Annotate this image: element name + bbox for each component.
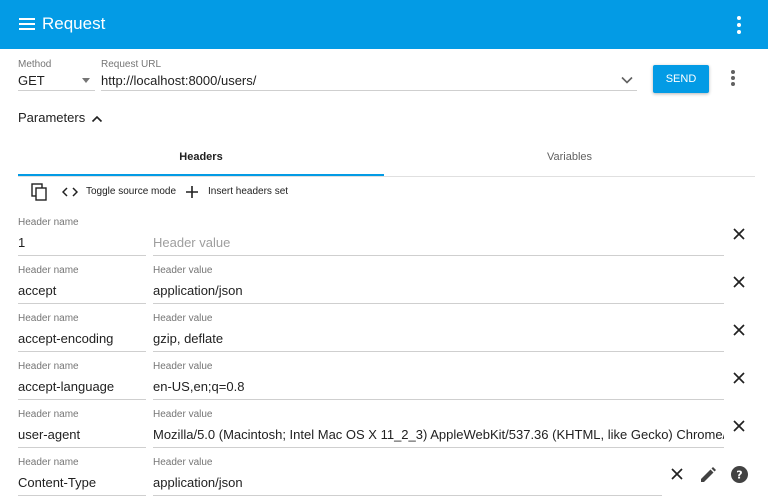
header-value-label: Header value <box>153 313 213 324</box>
header-row: Header name user-agent Header value Mozi… <box>0 403 768 451</box>
header-value-label: Header value <box>153 409 213 420</box>
header-value-label: Header value <box>153 457 213 468</box>
code-icon <box>62 187 78 197</box>
header-row: Header name accept Header value applicat… <box>0 259 768 307</box>
header-name-input[interactable]: accept-language <box>18 379 144 394</box>
header-name-input[interactable]: accept-encoding <box>18 331 144 346</box>
header-name-underline <box>18 303 146 304</box>
app-bar: Request <box>0 0 768 49</box>
header-name-underline <box>18 447 146 448</box>
copy-icon[interactable] <box>31 183 48 201</box>
header-value-input[interactable]: application/json <box>153 283 724 298</box>
header-row: Header name 1 Header value <box>0 211 768 259</box>
method-select[interactable]: GET <box>18 73 45 88</box>
header-value-label: Header value <box>153 361 213 372</box>
chevron-down-icon[interactable] <box>620 73 634 87</box>
header-name-input[interactable]: accept <box>18 283 144 298</box>
chevron-up-icon <box>91 115 103 123</box>
close-icon[interactable] <box>733 276 745 288</box>
header-value-underline <box>153 399 724 400</box>
header-value-input[interactable]: gzip, deflate <box>153 331 724 346</box>
header-name-label: Header name <box>18 313 79 324</box>
header-value-input[interactable]: Mozilla/5.0 (Macintosh; Intel Mac OS X 1… <box>153 427 724 442</box>
header-value-underline <box>153 303 724 304</box>
header-name-underline <box>18 351 146 352</box>
tab-divider <box>18 176 755 177</box>
header-row: Header name accept-encoding Header value… <box>0 307 768 355</box>
method-underline <box>18 90 95 91</box>
svg-text:?: ? <box>736 469 742 482</box>
help-icon[interactable]: ? <box>731 466 748 483</box>
header-name-label: Header name <box>18 361 79 372</box>
url-input[interactable]: http://localhost:8000/users/ <box>101 73 611 88</box>
url-label: Request URL <box>101 59 162 70</box>
send-button[interactable]: SEND <box>653 65 709 93</box>
header-name-label: Header name <box>18 457 79 468</box>
header-value-underline <box>153 447 724 448</box>
more-vert-icon[interactable] <box>734 15 744 35</box>
header-value-input[interactable]: en-US,en;q=0.8 <box>153 379 724 394</box>
header-name-label: Header name <box>18 409 79 420</box>
url-underline <box>101 90 637 91</box>
header-name-underline <box>18 399 146 400</box>
insert-headers-label: Insert headers set <box>208 186 289 197</box>
method-label: Method <box>18 59 52 70</box>
header-name-label: Header name <box>18 217 79 228</box>
close-icon[interactable] <box>733 420 745 432</box>
header-value-underline <box>153 351 724 352</box>
close-icon[interactable] <box>733 324 745 336</box>
dropdown-arrow-icon[interactable] <box>82 78 90 83</box>
header-value-underline <box>153 255 724 256</box>
menu-icon[interactable] <box>19 17 35 31</box>
header-value-input[interactable]: Header value <box>153 235 724 250</box>
tab-variables[interactable]: Variables <box>384 140 755 176</box>
header-name-label: Header name <box>18 265 79 276</box>
parameters-toggle[interactable]: Parameters <box>18 110 103 128</box>
header-value-label: Header value <box>153 265 213 276</box>
tab-headers[interactable]: Headers <box>18 140 384 176</box>
close-icon[interactable] <box>733 372 745 384</box>
header-value-input[interactable]: application/json <box>153 475 662 490</box>
close-icon[interactable] <box>671 468 683 480</box>
toggle-source-label: Toggle source mode <box>86 186 177 197</box>
edit-icon[interactable] <box>700 467 716 483</box>
header-row: Header name Content-Type Header value ap… <box>0 451 768 496</box>
close-icon[interactable] <box>733 228 745 240</box>
header-name-underline <box>18 255 146 256</box>
plus-icon <box>186 186 198 198</box>
request-more-icon[interactable] <box>728 69 738 87</box>
parameters-label: Parameters <box>18 110 86 125</box>
header-name-input[interactable]: 1 <box>18 235 144 250</box>
header-name-input[interactable]: Content-Type <box>18 475 144 490</box>
header-row: Header name accept-language Header value… <box>0 355 768 403</box>
header-name-input[interactable]: user-agent <box>18 427 144 442</box>
page-title: Request <box>42 14 106 33</box>
